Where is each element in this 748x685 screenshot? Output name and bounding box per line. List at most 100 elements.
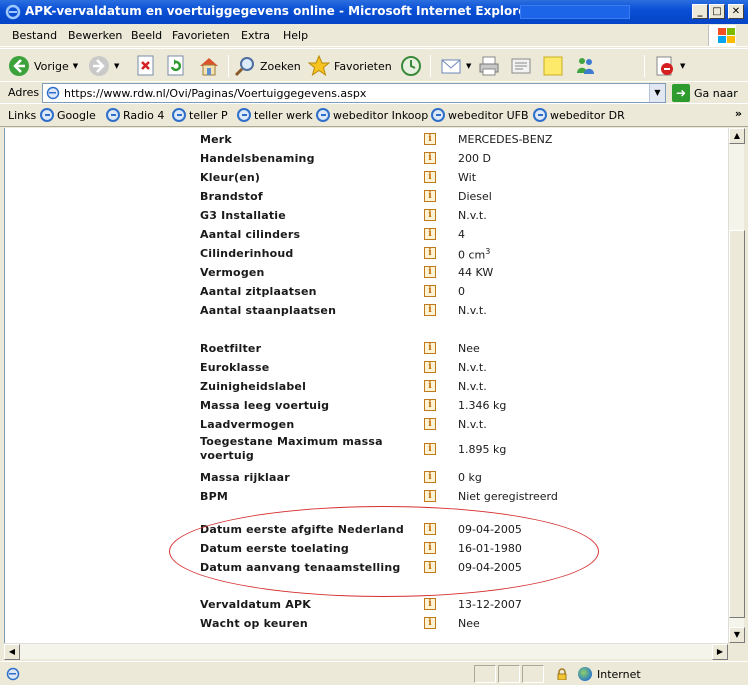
info-icon[interactable]: i	[424, 152, 436, 164]
detail-row: Aantal zitplaatsen i 0	[5, 283, 728, 302]
back-dropdown-icon[interactable]: ▼	[73, 62, 78, 70]
detail-value-text: 44 KW	[458, 266, 494, 279]
search-button[interactable]: Zoeken	[234, 53, 301, 79]
scroll-up-icon[interactable]: ▲	[729, 128, 745, 144]
minimize-button[interactable]: _	[692, 4, 708, 19]
info-icon[interactable]: i	[424, 598, 436, 610]
back-button[interactable]: Vorige ▼	[8, 53, 78, 79]
detail-value-text: Diesel	[458, 190, 492, 203]
info-icon[interactable]: i	[424, 190, 436, 202]
favorites-label: Favorieten	[334, 59, 392, 73]
detail-value-text: 13-12-2007	[458, 598, 522, 611]
info-icon[interactable]: i	[424, 471, 436, 483]
info-icon[interactable]: i	[424, 342, 436, 354]
menu-bestand[interactable]: Bestand	[12, 29, 57, 42]
detail-value-text: 0 kg	[458, 471, 482, 484]
sticky-note-icon	[543, 56, 563, 76]
info-icon[interactable]: i	[424, 399, 436, 411]
scroll-corner	[728, 643, 744, 659]
detail-value-text: 0	[458, 285, 465, 298]
edit-button[interactable]	[510, 53, 532, 79]
info-icon[interactable]: i	[424, 171, 436, 183]
detail-row: Euroklasse i N.v.t.	[5, 359, 728, 378]
pdf-button[interactable]: ▼	[654, 53, 685, 79]
link-webeditor-dr[interactable]: webeditor DR	[533, 108, 625, 122]
detail-value-text: N.v.t.	[458, 361, 487, 374]
address-input[interactable]: https://www.rdw.nl/Ovi/Paginas/Voertuigg…	[42, 83, 666, 103]
ie-page-icon	[106, 108, 120, 122]
scroll-down-icon[interactable]: ▼	[729, 627, 745, 643]
scroll-right-icon[interactable]: ▶	[712, 644, 728, 660]
menu-favorieten[interactable]: Favorieten	[172, 29, 230, 42]
close-button[interactable]: ✕	[728, 4, 744, 19]
link-teller-werk[interactable]: teller werk	[237, 108, 313, 122]
address-dropdown-icon[interactable]: ▼	[649, 84, 665, 102]
page-content: Merk i MERCEDES-BENZ Handelsbenaming i 200 D K…	[4, 128, 728, 643]
menu-bar: Bestand Bewerken Beeld Favorieten Extra …	[0, 24, 748, 47]
ie-page-icon	[533, 108, 547, 122]
detail-value-text: N.v.t.	[458, 304, 487, 317]
favorites-button[interactable]: Favorieten	[308, 53, 392, 79]
notes-button[interactable]	[542, 53, 564, 79]
link-radio-4[interactable]: Radio 4	[106, 108, 164, 122]
home-button[interactable]	[198, 53, 220, 79]
detail-row: Laadvermogen i N.v.t.	[5, 416, 728, 435]
stop-button[interactable]	[136, 53, 156, 79]
info-icon[interactable]: i	[424, 133, 436, 145]
detail-label: Aantal cilinders	[200, 228, 301, 241]
forward-button[interactable]: ▼	[88, 53, 119, 79]
go-button[interactable]: ➜ Ga naar	[672, 84, 738, 102]
status-cell	[522, 665, 544, 683]
stop-icon	[137, 55, 154, 76]
menu-extra[interactable]: Extra	[241, 29, 270, 42]
info-icon[interactable]: i	[424, 490, 436, 502]
info-icon[interactable]: i	[424, 209, 436, 221]
history-button[interactable]	[400, 53, 422, 79]
detail-value-text: N.v.t.	[458, 418, 487, 431]
links-overflow-icon[interactable]: »	[735, 107, 742, 120]
vertical-scrollbar[interactable]: ▲ ▼	[728, 128, 745, 643]
scroll-left-icon[interactable]: ◀	[4, 644, 20, 660]
link-google[interactable]: Google	[40, 108, 96, 122]
link-webeditor-inkoop[interactable]: webeditor Inkoop	[316, 108, 428, 122]
search-label: Zoeken	[260, 59, 301, 73]
detail-value-text: N.v.t.	[458, 380, 487, 393]
info-icon[interactable]: i	[424, 247, 436, 259]
menu-beeld[interactable]: Beeld	[131, 29, 162, 42]
link-webeditor-ufb[interactable]: webeditor UFB	[431, 108, 529, 122]
detail-label: Massa leeg voertuig	[200, 399, 330, 412]
messenger-button[interactable]	[574, 53, 596, 79]
info-icon[interactable]: i	[424, 443, 436, 455]
info-icon[interactable]: i	[424, 266, 436, 278]
detail-label: Vervaldatum APK	[200, 598, 311, 611]
forward-dropdown-icon[interactable]: ▼	[114, 62, 119, 70]
info-icon[interactable]: i	[424, 617, 436, 629]
info-icon[interactable]: i	[424, 418, 436, 430]
scroll-thumb[interactable]	[729, 230, 745, 618]
menu-help[interactable]: Help	[283, 29, 308, 42]
detail-label: Handelsbenaming	[200, 152, 315, 165]
mail-dropdown-icon[interactable]: ▼	[466, 62, 471, 70]
favorites-star-icon	[308, 55, 330, 77]
detail-value: 0 cm3	[458, 247, 490, 262]
detail-row: Wacht op keuren i Nee	[5, 615, 728, 634]
print-button[interactable]	[478, 53, 500, 79]
refresh-button[interactable]	[166, 53, 186, 79]
search-icon	[234, 57, 254, 77]
mail-button[interactable]: ▼	[440, 53, 471, 79]
horizontal-scrollbar[interactable]: ◀ ▶	[4, 643, 728, 660]
info-icon[interactable]: i	[424, 361, 436, 373]
link-teller-p[interactable]: teller P	[172, 108, 228, 122]
maximize-button[interactable]: □	[709, 4, 725, 19]
detail-label: Kleur(en)	[200, 171, 261, 184]
info-icon[interactable]: i	[424, 304, 436, 316]
standard-toolbar: Vorige ▼ ▼ Zoeken Favorieten ▼ ▼	[0, 48, 748, 82]
info-icon[interactable]: i	[424, 228, 436, 240]
detail-value-text: 1.346 kg	[458, 399, 507, 412]
menu-bewerken[interactable]: Bewerken	[68, 29, 122, 42]
info-icon[interactable]: i	[424, 380, 436, 392]
info-icon[interactable]: i	[424, 285, 436, 297]
pdf-dropdown-icon[interactable]: ▼	[680, 62, 685, 70]
detail-value: Niet geregistreerd	[458, 490, 558, 503]
detail-value: MERCEDES-BENZ	[458, 133, 552, 146]
